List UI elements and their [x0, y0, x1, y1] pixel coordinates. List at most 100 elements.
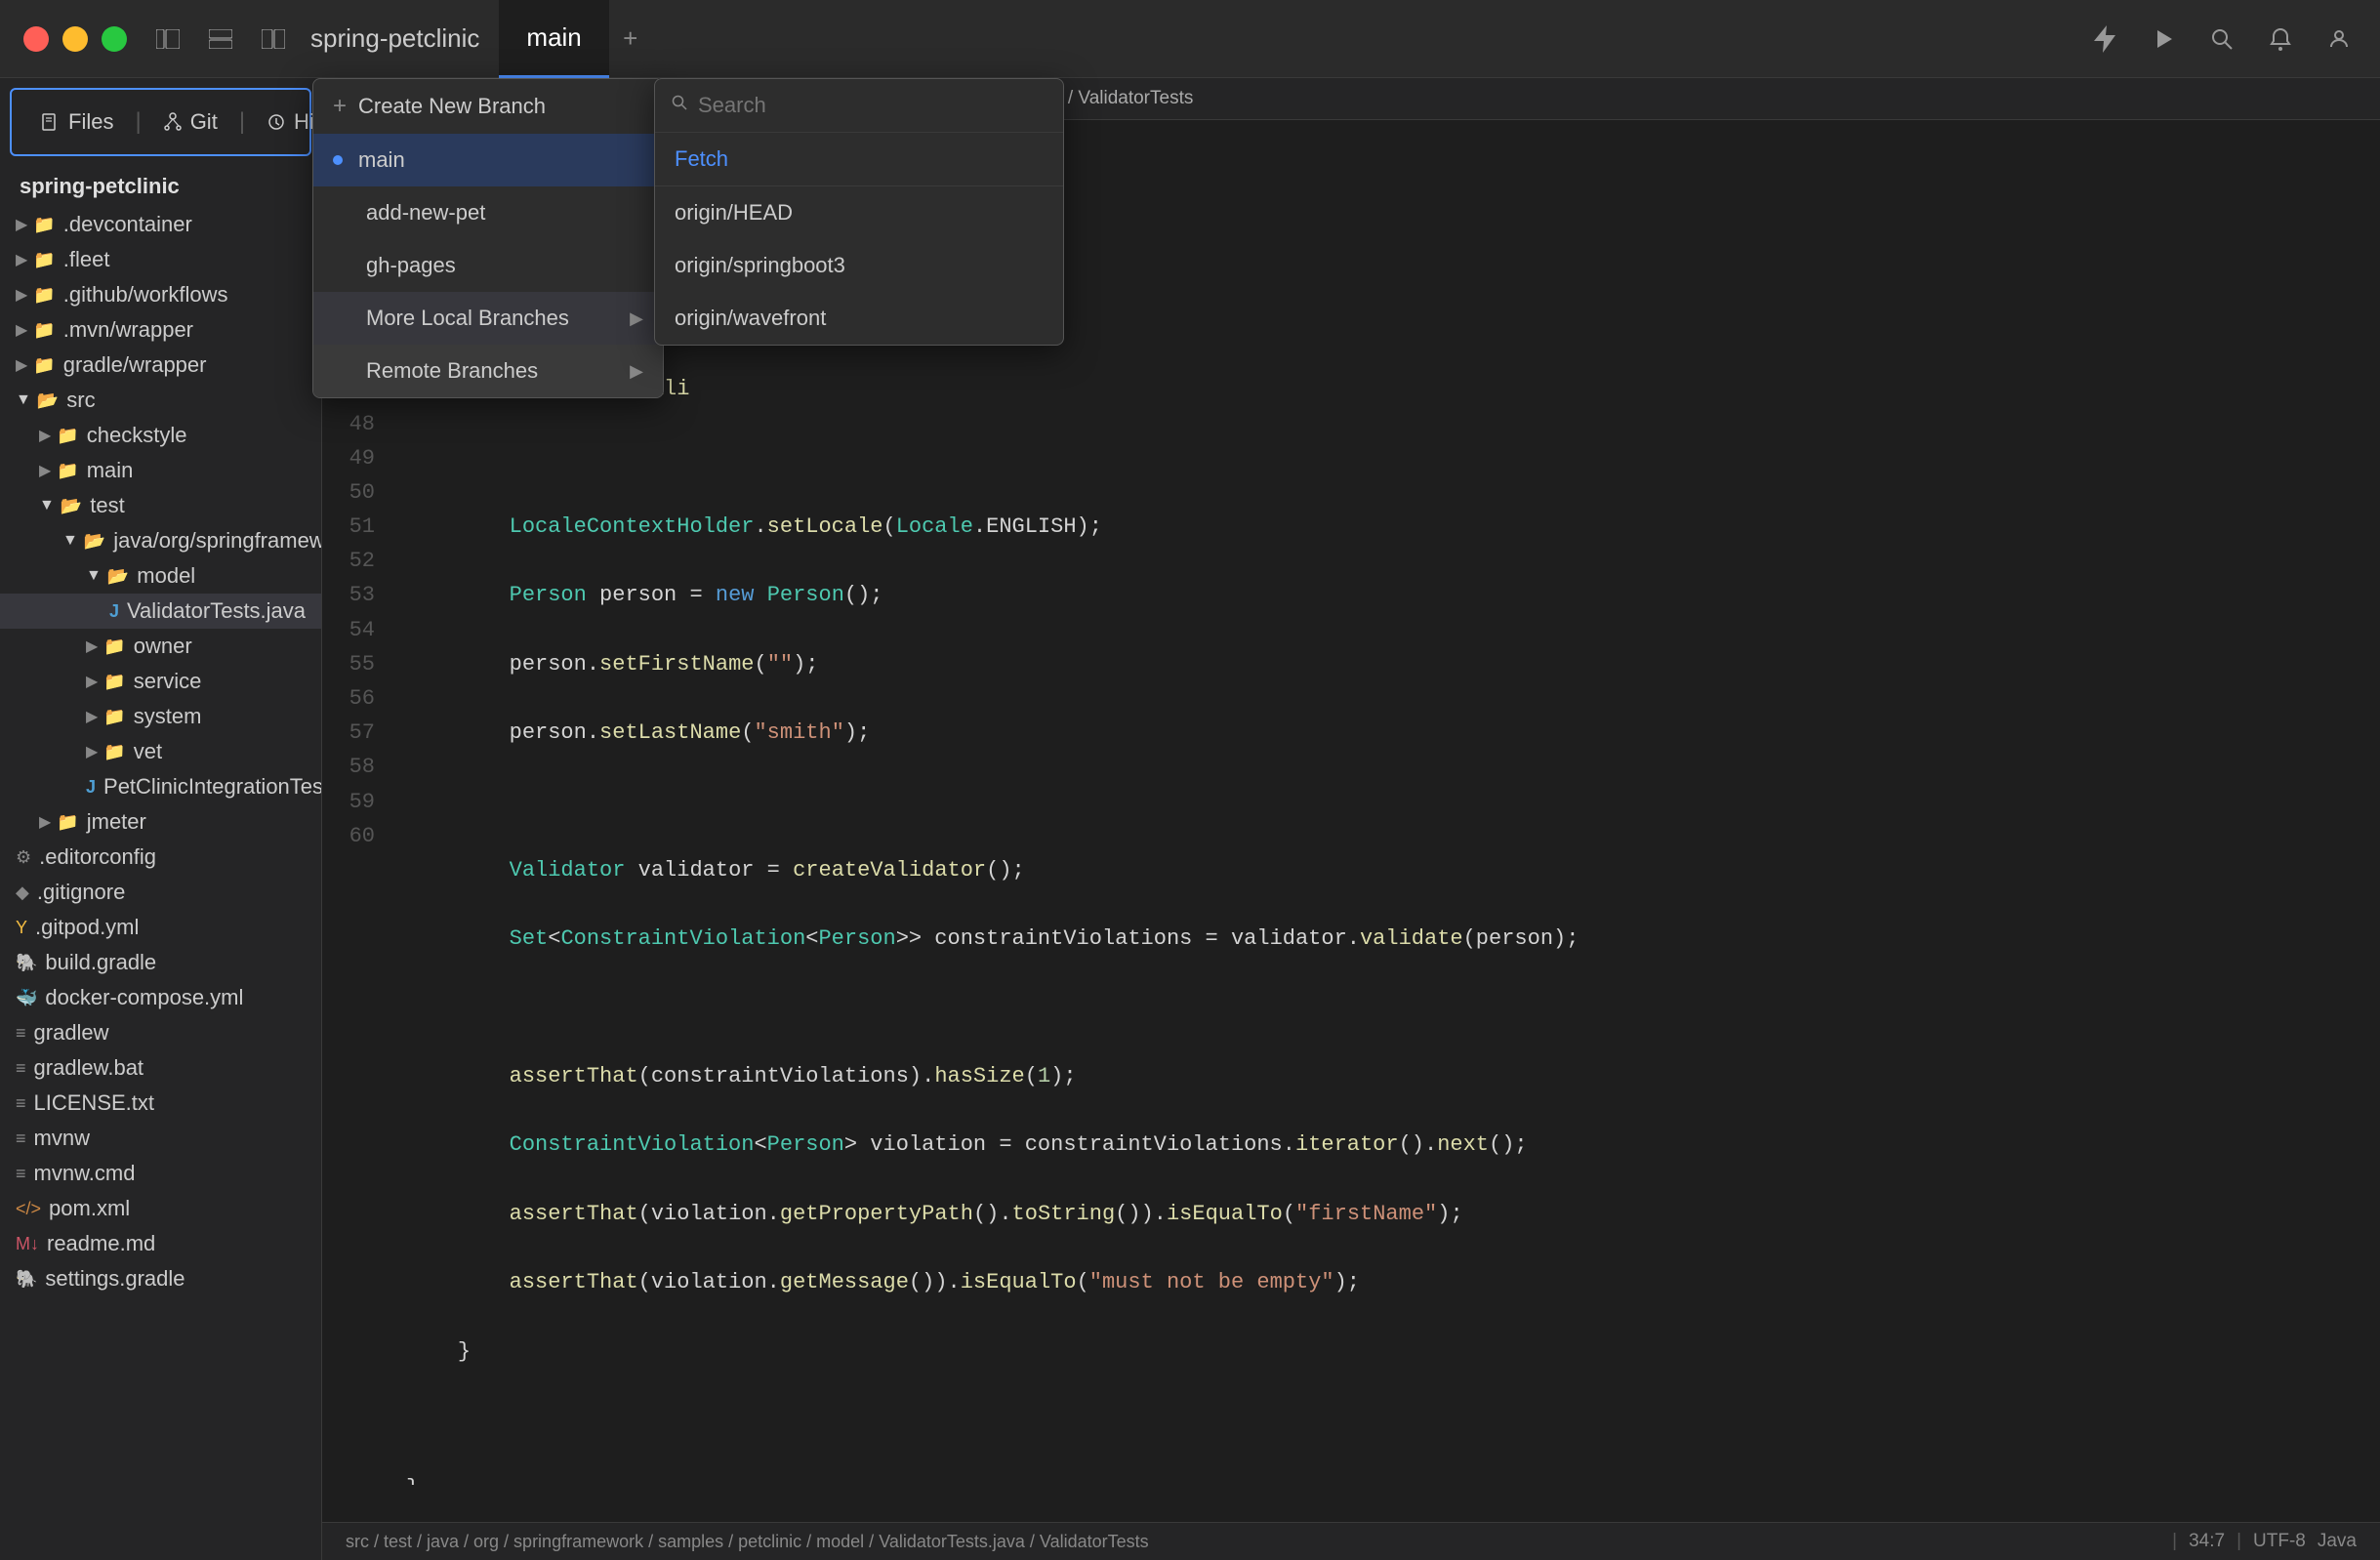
tree-item-mvnw[interactable]: ≡ mvnw: [0, 1121, 321, 1156]
chevron-right-icon: ▶: [86, 636, 98, 656]
file-icon: ≡: [16, 1058, 26, 1079]
tree-item-gradlew[interactable]: ≡ gradlew: [0, 1015, 321, 1050]
search-input[interactable]: [698, 93, 1047, 118]
file-icon: ≡: [16, 1129, 26, 1149]
tree-item-checkstyle[interactable]: ▶ 📁 checkstyle: [0, 418, 321, 453]
tree-item-gitignore[interactable]: ◆ .gitignore: [0, 875, 321, 910]
git-label: Git: [190, 109, 218, 135]
folder-open-icon: 📂: [84, 531, 105, 552]
folder-icon: 📁: [103, 707, 125, 727]
folder-icon: 📁: [103, 636, 125, 657]
file-tree: ▶ 📁 .devcontainer ▶ 📁 .fleet ▶ 📁 .github…: [0, 203, 321, 1560]
lightning-icon[interactable]: [2087, 21, 2122, 57]
folder-icon: 📁: [57, 461, 78, 481]
tab-main[interactable]: main: [499, 0, 608, 78]
status-separator2: |: [2236, 1531, 2241, 1552]
chevron-right-icon: ▶: [16, 320, 27, 340]
folder-icon: 📁: [57, 812, 78, 833]
folder-open-icon: 📂: [107, 566, 129, 587]
tree-item-readme[interactable]: M↓ readme.md: [0, 1226, 321, 1261]
tree-item-github[interactable]: ▶ 📁 .github/workflows: [0, 277, 321, 312]
add-tab-button[interactable]: +: [613, 21, 648, 57]
sidebar-toggle-icon[interactable]: [150, 21, 185, 57]
chevron-right-icon: ▶: [86, 707, 98, 726]
add-new-pet-item[interactable]: add-new-pet: [313, 186, 663, 239]
search-icon[interactable]: [2204, 21, 2239, 57]
folder-icon: 📁: [103, 742, 125, 762]
files-button[interactable]: Files: [31, 105, 123, 139]
bell-icon[interactable]: [2263, 21, 2298, 57]
tree-item-mvnw-cmd[interactable]: ≡ mvnw.cmd: [0, 1156, 321, 1191]
main-branch-item[interactable]: main: [313, 134, 663, 186]
folder-icon: 📁: [33, 285, 55, 306]
tree-item-java-path[interactable]: ▼ 📂 java/org/springframework/samples/pe: [0, 523, 321, 558]
search-box: [655, 79, 1063, 133]
chevron-right-icon: ▶: [16, 250, 27, 269]
sidebar: Files | Git | History + spring-petclinic…: [0, 78, 322, 1560]
file-icon: ≡: [16, 1023, 26, 1044]
tree-item-service[interactable]: ▶ 📁 service: [0, 664, 321, 699]
tree-item-license[interactable]: ≡ LICENSE.txt: [0, 1086, 321, 1121]
origin-wavefront-item[interactable]: origin/wavefront: [655, 292, 1063, 345]
project-name: spring-petclinic: [0, 166, 321, 203]
run-icon[interactable]: [2146, 21, 2181, 57]
origin-head-item[interactable]: origin/HEAD: [655, 186, 1063, 239]
maximize-button[interactable]: [102, 26, 127, 52]
status-position: 34:7: [2189, 1531, 2225, 1552]
git-button[interactable]: Git: [153, 105, 227, 139]
split-icon[interactable]: [256, 21, 291, 57]
titlebar: spring-petclinic main +: [0, 0, 2380, 78]
tree-item-mvn[interactable]: ▶ 📁 .mvn/wrapper: [0, 312, 321, 348]
separator: |: [135, 108, 141, 136]
origin-springboot3-item[interactable]: origin/springboot3: [655, 239, 1063, 292]
more-local-branches-item[interactable]: More Local Branches ▶: [313, 292, 663, 345]
separator2: |: [239, 108, 245, 136]
titlebar-actions: [2087, 21, 2357, 57]
folder-open-icon: 📂: [61, 496, 82, 516]
close-button[interactable]: [23, 26, 49, 52]
tree-item-fleet[interactable]: ▶ 📁 .fleet: [0, 242, 321, 277]
minimize-button[interactable]: [62, 26, 88, 52]
tree-item-gradlew-bat[interactable]: ≡ gradlew.bat: [0, 1050, 321, 1086]
folder-open-icon: 📂: [37, 390, 59, 411]
remote-branches-item[interactable]: Remote Branches ▶: [313, 345, 663, 397]
layout-icon[interactable]: [203, 21, 238, 57]
tree-item-gitpod[interactable]: Y .gitpod.yml: [0, 910, 321, 945]
tree-item-docker-compose[interactable]: 🐳 docker-compose.yml: [0, 980, 321, 1015]
tree-item-validator-tests[interactable]: J ValidatorTests.java: [0, 594, 321, 629]
tree-item-integration-tests[interactable]: J PetClinicIntegrationTests.java: [0, 769, 321, 804]
gh-pages-item[interactable]: gh-pages: [313, 239, 663, 292]
tree-item-vet[interactable]: ▶ 📁 vet: [0, 734, 321, 769]
folder-icon: 📁: [33, 320, 55, 341]
tree-item-test[interactable]: ▼ 📂 test: [0, 488, 321, 523]
chevron-right-icon: ▶: [86, 742, 98, 761]
tree-item-owner[interactable]: ▶ 📁 owner: [0, 629, 321, 664]
tree-item-system[interactable]: ▶ 📁 system: [0, 699, 321, 734]
gradle-icon: 🐘: [16, 953, 37, 973]
tree-item-build-gradle[interactable]: 🐘 build.gradle: [0, 945, 321, 980]
search-icon: [671, 94, 688, 117]
tab-label: main: [526, 22, 581, 53]
tree-item-pom[interactable]: </> pom.xml: [0, 1191, 321, 1226]
more-local-label: More Local Branches: [366, 306, 569, 331]
gh-pages-label: gh-pages: [366, 253, 456, 278]
tree-item-gradle-wrapper[interactable]: ▶ 📁 gradle/wrapper: [0, 348, 321, 383]
file-icon: ≡: [16, 1164, 26, 1184]
chevron-right-icon: ▶: [16, 285, 27, 305]
tree-item-jmeter[interactable]: ▶ 📁 jmeter: [0, 804, 321, 840]
active-dot: [333, 155, 343, 165]
tree-item-model[interactable]: ▼ 📂 model: [0, 558, 321, 594]
tree-item-settings-gradle[interactable]: 🐘 settings.gradle: [0, 1261, 321, 1296]
tree-item-devcontainer[interactable]: ▶ 📁 .devcontainer: [0, 207, 321, 242]
xml-icon: </>: [16, 1199, 41, 1219]
fetch-item[interactable]: Fetch: [655, 133, 1063, 186]
create-branch-label: Create New Branch: [358, 94, 546, 119]
tree-item-editorconfig[interactable]: ⚙ .editorconfig: [0, 840, 321, 875]
tree-item-main[interactable]: ▶ 📁 main: [0, 453, 321, 488]
create-new-branch-item[interactable]: + Create New Branch: [313, 79, 663, 134]
chevron-right-icon: ▶: [39, 461, 51, 480]
tree-item-src[interactable]: ▼ 📂 src: [0, 383, 321, 418]
remote-branches-label: Remote Branches: [366, 358, 538, 384]
folder-icon: 📁: [57, 426, 78, 446]
user-icon[interactable]: [2321, 21, 2357, 57]
